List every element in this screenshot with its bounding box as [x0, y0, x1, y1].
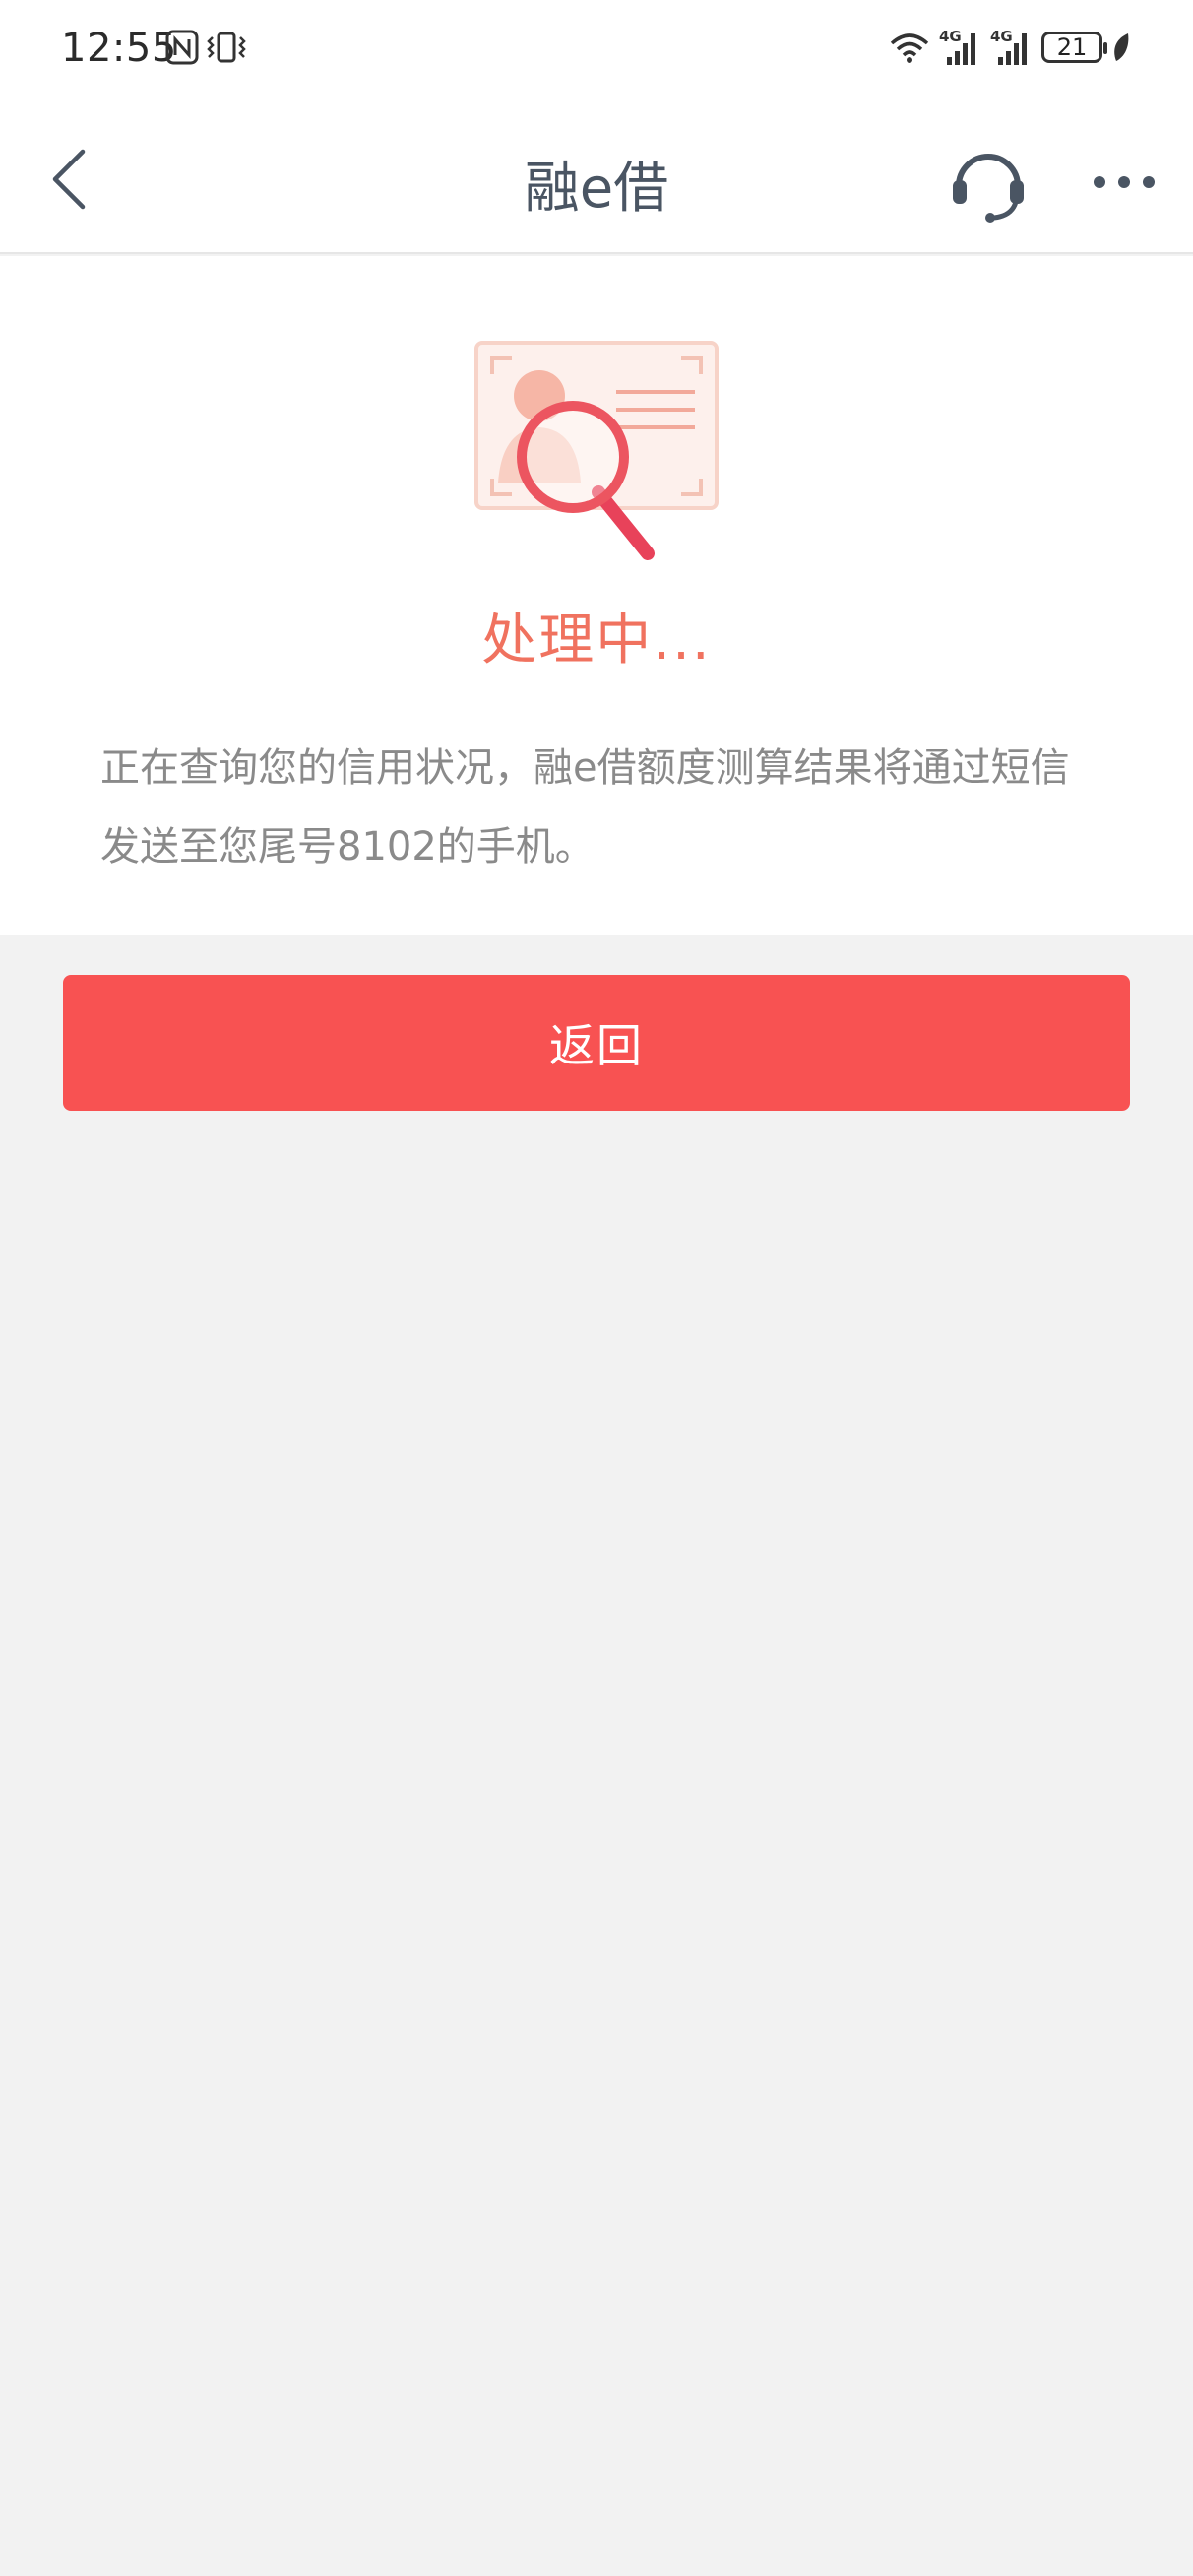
signal-4g-1: 4G: [939, 28, 982, 67]
processing-status: 处理中...: [481, 609, 712, 673]
status-right-icons: 4G 4G 21: [888, 26, 1132, 69]
battery-level: 21: [1056, 33, 1088, 61]
nfc-icon: [165, 30, 199, 65]
status-left-icons: [165, 28, 248, 67]
signal-bars-icon: [998, 33, 1027, 65]
navigation-bar: 融e借: [0, 98, 1193, 254]
credit-search-illustration: [474, 341, 719, 560]
status-bar: 12:55 4G 4G 21: [0, 0, 1193, 98]
customer-service-button[interactable]: [943, 138, 1034, 226]
wifi-icon: [890, 33, 929, 63]
status-time: 12:55: [61, 26, 177, 71]
signal-4g-2: 4G: [990, 28, 1034, 67]
more-options-button[interactable]: [1085, 156, 1163, 209]
signal-bars-icon: [947, 33, 975, 65]
headset-icon: [953, 154, 1024, 223]
more-dots-icon: [1094, 176, 1155, 188]
leaf-icon: [1114, 33, 1129, 61]
battery-icon: 21: [1041, 32, 1107, 63]
return-button[interactable]: 返回: [63, 975, 1130, 1111]
vibrate-icon: [207, 32, 246, 63]
result-message: 正在查询您的信用状况，融e借额度测算结果将通过短信发送至您尾号8102的手机。: [100, 745, 1070, 869]
result-card: 处理中... 正在查询您的信用状况，融e借额度测算结果将通过短信发送至您尾号81…: [0, 256, 1193, 935]
